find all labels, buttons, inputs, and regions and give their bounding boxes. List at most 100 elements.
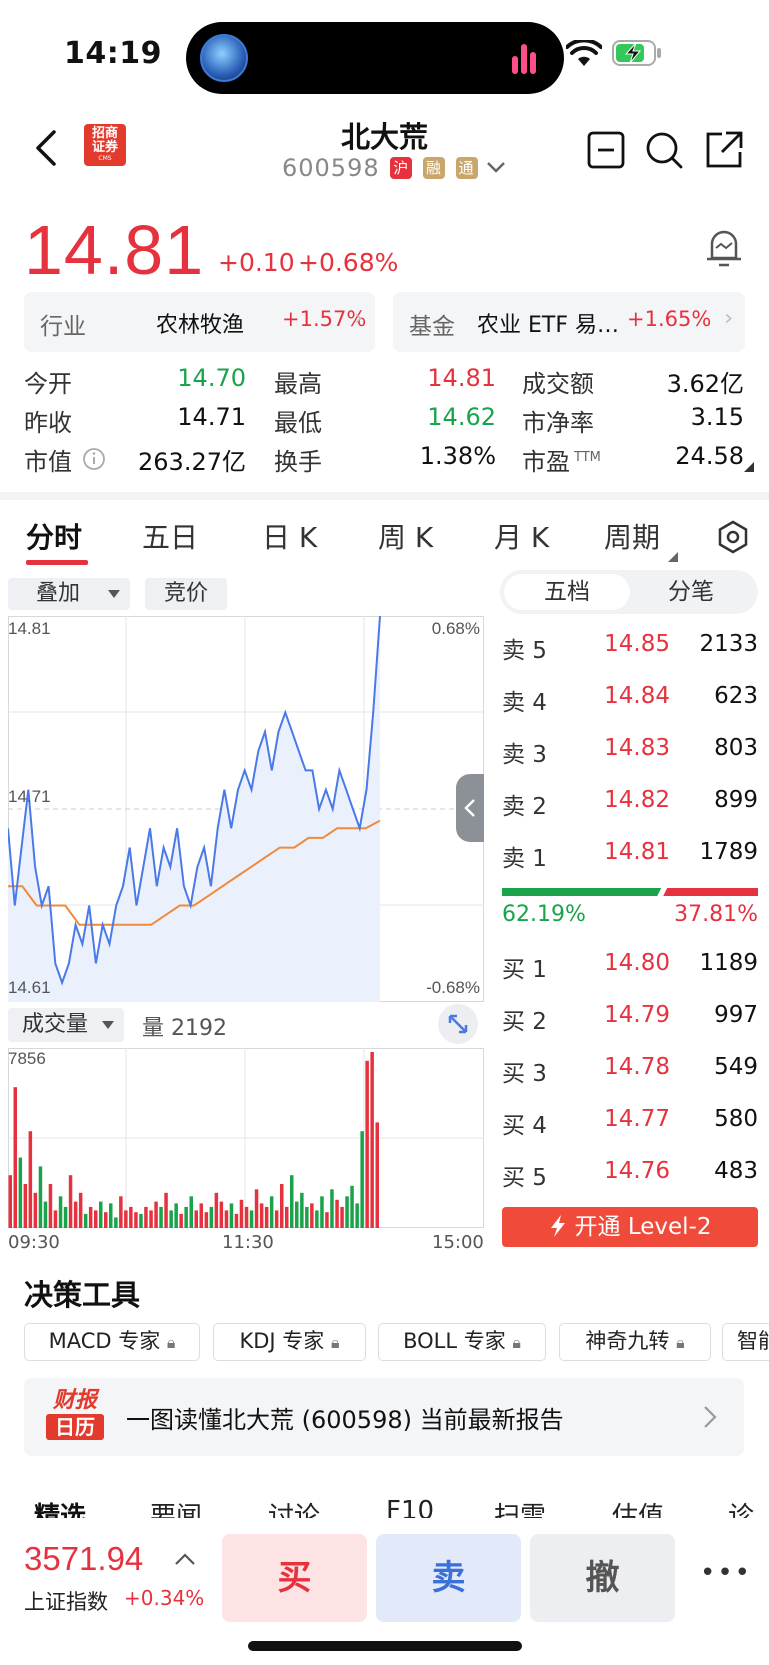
volume-bar <box>73 1201 78 1228</box>
chevron-left-icon <box>464 799 475 817</box>
tool-boll[interactable]: BOLL 专家 🔒︎ <box>378 1323 546 1361</box>
volume-bar <box>114 1217 118 1228</box>
tab-five-levels[interactable]: 五档 <box>504 574 630 610</box>
volume-bar <box>194 1210 198 1228</box>
sell-button[interactable]: 卖 <box>376 1534 521 1622</box>
auction-button[interactable]: 竞价 <box>145 578 227 610</box>
logo-text-3: CMS <box>98 155 112 162</box>
volume-bar <box>224 1210 229 1228</box>
alert-bell-icon[interactable] <box>704 226 744 270</box>
industry-pill[interactable]: 行业 农林牧渔 +1.57% › <box>24 292 375 352</box>
open-label: 今开 <box>24 370 72 398</box>
prev-close-label: 昨收 <box>24 409 72 437</box>
volume-bar <box>99 1201 103 1228</box>
pct-axis-bottom: -0.68% <box>426 978 480 997</box>
lock-icon: 🔒︎ <box>166 1333 176 1352</box>
volume-bar <box>179 1213 183 1228</box>
tab-5day[interactable]: 五日 <box>142 516 198 556</box>
volume-bar <box>129 1206 133 1228</box>
buy-button[interactable]: 买 <box>222 1534 367 1622</box>
tool-macd[interactable]: MACD 专家 🔒︎ <box>24 1323 200 1361</box>
stock-code-row[interactable]: 600598 沪 融 通 <box>282 154 506 182</box>
share-icon[interactable] <box>704 130 744 170</box>
tab-tick-trades[interactable]: 分笔 <box>628 574 754 610</box>
prev-close-value: 14.71 <box>177 403 246 431</box>
volume-bar <box>209 1206 214 1228</box>
volume-bar <box>23 1184 28 1228</box>
chevron-down-icon <box>487 162 506 173</box>
orderbook-switch[interactable]: 五档 分笔 <box>500 570 758 614</box>
volume-bar <box>360 1131 364 1228</box>
volume-bar <box>295 1201 299 1228</box>
bid-label: 买 1 <box>502 957 547 983</box>
info-icon[interactable] <box>82 447 106 471</box>
more-icon[interactable]: ••• <box>700 1558 752 1588</box>
badge-margin: 融 <box>422 157 445 179</box>
tab-daily-k[interactable]: 日 K <box>262 516 317 556</box>
tab-intraday[interactable]: 分时 <box>26 516 82 556</box>
dropdown-triangle-icon <box>108 590 120 598</box>
ask-volume: 2133 <box>699 631 758 657</box>
ask-label: 卖 4 <box>502 690 547 716</box>
y-axis-mid: 14.71 <box>8 787 51 806</box>
volume-bar <box>340 1206 344 1228</box>
index-value[interactable]: 3571.94 <box>24 1540 143 1578</box>
pb-value: 3.15 <box>690 403 744 431</box>
time-end: 15:00 <box>432 1232 484 1253</box>
dynamic-island[interactable] <box>186 22 564 94</box>
turnover-rate-label: 换手 <box>274 448 322 476</box>
volume-bar <box>184 1206 188 1228</box>
report-banner[interactable]: 财报 日历 一图读懂北大荒 (600598) 当前最新报告 <box>24 1378 744 1456</box>
ask-row-4: 卖 4 14.84 623 <box>502 683 758 716</box>
settings-hex-icon[interactable] <box>716 520 750 554</box>
volume-bar <box>58 1196 63 1228</box>
fullscreen-button[interactable] <box>438 1004 478 1044</box>
minus-square-icon[interactable] <box>586 130 626 170</box>
volume-bar <box>300 1192 304 1228</box>
chevron-up-icon[interactable] <box>174 1552 196 1566</box>
tab-weekly-k[interactable]: 周 K <box>378 516 433 556</box>
volume-bar <box>350 1185 354 1228</box>
bid-label: 买 4 <box>502 1113 547 1139</box>
report-text: 一图读懂北大荒 (600598) 当前最新报告 <box>126 1406 564 1434</box>
collapse-orderbook-handle[interactable] <box>456 774 484 842</box>
search-icon[interactable] <box>644 130 684 170</box>
volume-bar <box>290 1175 294 1228</box>
intraday-price-chart[interactable]: 14.81 14.71 14.61 0.68% -0.68% <box>8 616 484 1002</box>
y-axis-top: 14.81 <box>8 619 51 638</box>
avatar <box>200 34 248 82</box>
overlay-dropdown[interactable]: 叠加 <box>8 578 130 610</box>
tab-monthly-k[interactable]: 月 K <box>494 516 549 556</box>
tool-label: BOLL 专家 <box>403 1329 506 1353</box>
volume-indicator-dropdown[interactable]: 成交量 <box>8 1008 124 1042</box>
cancel-order-button[interactable]: 撤 <box>530 1534 675 1622</box>
bid-volume: 997 <box>714 1002 758 1028</box>
bid-label: 买 3 <box>502 1061 547 1087</box>
volume-value: 量 2192 <box>142 1016 227 1041</box>
fund-pill[interactable]: 基金 农业 ETF 易… +1.65% › <box>393 292 745 352</box>
ask-row-2: 卖 2 14.82 899 <box>502 787 758 820</box>
volume-bar <box>124 1210 128 1228</box>
time-mid: 11:30 <box>222 1232 274 1253</box>
volume-bar <box>355 1203 359 1228</box>
tool-td9[interactable]: 神奇九转 🔒︎ <box>559 1323 711 1361</box>
ask-volume: 623 <box>714 683 758 709</box>
ask-volume: 899 <box>714 787 758 813</box>
volume-bar <box>375 1122 379 1228</box>
volume-bar <box>13 1087 17 1228</box>
ask-price: 14.85 <box>604 631 670 657</box>
level2-button[interactable]: 开通 Level-2 <box>502 1207 758 1247</box>
tab-period[interactable]: 周期 <box>604 516 660 556</box>
high-label: 最高 <box>274 370 322 398</box>
volume-bar <box>68 1175 73 1228</box>
turnover-rate-value: 1.38% <box>419 442 496 470</box>
volume-chart[interactable]: 7856 <box>8 1048 484 1228</box>
tool-kdj[interactable]: KDJ 专家 🔒︎ <box>213 1323 366 1361</box>
volume-bar <box>249 1210 254 1228</box>
tool-smart[interactable]: 智能 <box>722 1323 769 1361</box>
industry-name: 农林牧渔 <box>156 313 245 338</box>
home-indicator <box>248 1641 522 1651</box>
volume-bar <box>330 1189 334 1228</box>
pe-label: 市盈 TTM <box>522 442 601 477</box>
volume-bar <box>174 1203 178 1228</box>
